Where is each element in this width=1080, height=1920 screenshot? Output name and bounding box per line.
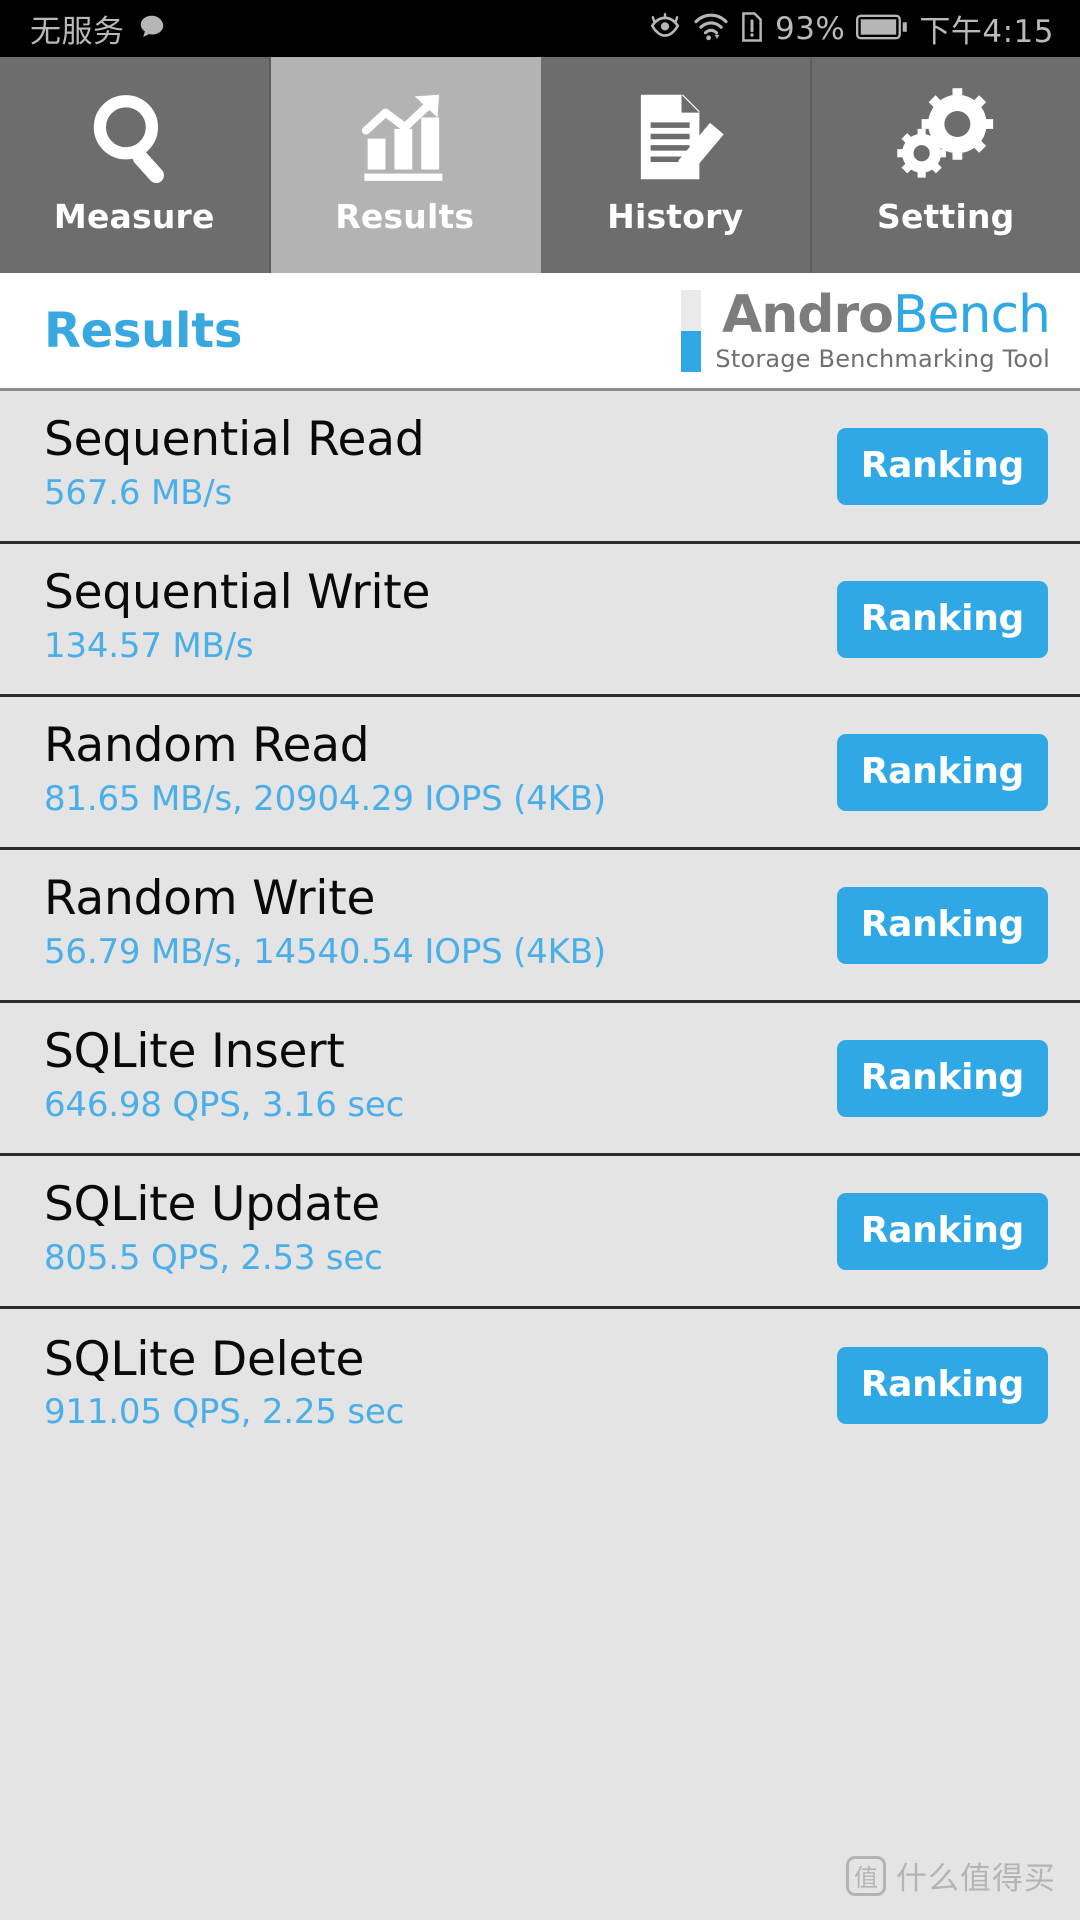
document-pencil-icon xyxy=(623,83,727,191)
result-value: 134.57 MB/s xyxy=(44,625,254,666)
speech-bubble-icon xyxy=(137,12,167,46)
status-bar-left: 无服务 xyxy=(30,6,167,51)
tab-history[interactable]: History xyxy=(541,57,812,273)
tab-results[interactable]: Results xyxy=(270,57,541,273)
tab-history-label: History xyxy=(607,197,744,236)
result-texts: Random Read 81.65 MB/s, 20904.29 IOPS (4… xyxy=(44,719,606,825)
result-value: 567.6 MB/s xyxy=(44,472,232,513)
tab-bar: Measure Results History Setting xyxy=(0,57,1080,273)
result-texts: SQLite Update 805.5 QPS, 2.53 sec xyxy=(44,1178,383,1284)
table-row: Random Write 56.79 MB/s, 14540.54 IOPS (… xyxy=(0,850,1080,1003)
ranking-button[interactable]: Ranking xyxy=(836,427,1048,505)
ranking-button[interactable]: Ranking xyxy=(836,886,1048,964)
ranking-button[interactable]: Ranking xyxy=(836,580,1048,658)
result-name: Sequential Write xyxy=(44,565,431,621)
result-name: SQLite Insert xyxy=(44,1024,345,1080)
tab-setting[interactable]: Setting xyxy=(811,57,1080,273)
result-name: SQLite Delete xyxy=(44,1331,365,1387)
table-row: Sequential Write 134.57 MB/s Ranking xyxy=(0,544,1080,697)
ranking-button[interactable]: Ranking xyxy=(836,733,1048,811)
ranking-button[interactable]: Ranking xyxy=(836,1192,1048,1270)
clock-label: 下午4:15 xyxy=(919,14,1054,50)
result-value: 911.05 QPS, 2.25 sec xyxy=(44,1392,405,1433)
table-row: Random Read 81.65 MB/s, 20904.29 IOPS (4… xyxy=(0,697,1080,850)
logo-wordmark: AndroBench xyxy=(722,289,1051,341)
page-title: Results xyxy=(44,302,243,359)
table-row: SQLite Delete 911.05 QPS, 2.25 sec Ranki… xyxy=(0,1309,1080,1462)
result-name: Random Write xyxy=(44,871,376,927)
logo-bar-icon xyxy=(681,289,702,372)
result-texts: Sequential Write 134.57 MB/s xyxy=(44,566,430,672)
result-value: 805.5 QPS, 2.53 sec xyxy=(44,1237,383,1278)
logo-subtitle: Storage Benchmarking Tool xyxy=(715,344,1050,373)
androbench-logo: AndroBench Storage Benchmarking Tool xyxy=(681,289,1051,373)
logo-text: AndroBench Storage Benchmarking Tool xyxy=(715,289,1051,373)
watermark-text: 什么值得买 xyxy=(896,1861,1056,1897)
result-texts: SQLite Insert 646.98 QPS, 3.16 sec xyxy=(44,1025,404,1131)
watermark: 值 什么值得买 xyxy=(846,1853,1056,1898)
battery-full-icon xyxy=(856,12,908,46)
status-bar: 无服务 93% 下午4:15 xyxy=(0,0,1080,57)
app-header: Results AndroBench Storage Benchmarking … xyxy=(0,273,1080,391)
result-texts: Random Write 56.79 MB/s, 14540.54 IOPS (… xyxy=(44,872,606,978)
result-name: Random Read xyxy=(44,718,370,774)
table-row: SQLite Insert 646.98 QPS, 3.16 sec Ranki… xyxy=(0,1003,1080,1156)
watermark-badge-icon: 值 xyxy=(846,1855,886,1896)
tab-setting-label: Setting xyxy=(876,197,1015,236)
table-row: Sequential Read 567.6 MB/s Ranking xyxy=(0,391,1080,544)
gears-icon xyxy=(894,83,998,191)
result-name: SQLite Update xyxy=(44,1177,380,1233)
result-texts: Sequential Read 567.6 MB/s xyxy=(44,412,425,519)
magnifier-icon xyxy=(82,83,186,191)
logo-andro: Andro xyxy=(721,284,894,345)
bar-chart-arrow-icon xyxy=(353,83,457,191)
table-row: SQLite Update 805.5 QPS, 2.53 sec Rankin… xyxy=(0,1156,1080,1309)
results-list: Sequential Read 567.6 MB/s Ranking Seque… xyxy=(0,391,1080,1462)
result-value: 81.65 MB/s, 20904.29 IOPS (4KB) xyxy=(44,778,606,819)
status-bar-right: 93% 下午4:15 xyxy=(648,6,1054,51)
result-texts: SQLite Delete 911.05 QPS, 2.25 sec xyxy=(44,1331,405,1439)
tab-measure-label: Measure xyxy=(53,197,215,236)
no-sim-card-icon xyxy=(740,11,764,47)
battery-percent-label: 93% xyxy=(774,10,846,47)
ranking-button[interactable]: Ranking xyxy=(836,1347,1048,1424)
carrier-label: 无服务 xyxy=(30,14,125,50)
logo-bench: Bench xyxy=(892,284,1051,345)
result-value: 56.79 MB/s, 14540.54 IOPS (4KB) xyxy=(44,931,606,972)
result-value: 646.98 QPS, 3.16 sec xyxy=(44,1084,405,1125)
result-name: Sequential Read xyxy=(44,412,425,468)
wifi-icon xyxy=(693,11,729,47)
tab-measure[interactable]: Measure xyxy=(0,57,271,273)
tab-results-label: Results xyxy=(335,197,475,236)
eye-comfort-icon xyxy=(648,10,682,48)
ranking-button[interactable]: Ranking xyxy=(836,1039,1048,1117)
